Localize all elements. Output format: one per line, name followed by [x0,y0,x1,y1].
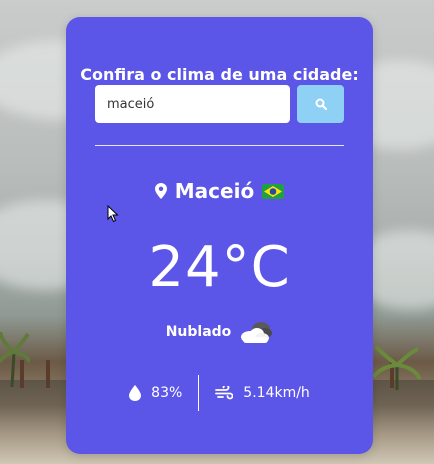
plant-left [0,332,30,387]
cloudy-icon [241,322,273,343]
weather-card: Confira o clima de uma cidade: Maceió 24… [66,17,373,454]
page-title: Confira o clima de uma cidade: [80,65,359,84]
wind: 5.14km/h [215,385,310,401]
humidity: 83% [129,385,182,401]
wind-value: 5.14km/h [243,385,310,401]
humidity-value: 83% [151,385,183,401]
plant-right [372,345,422,390]
city-name: Maceió [174,179,255,203]
condition-text: Nublado [165,324,232,340]
water-drop-icon [129,385,142,401]
wind-icon [215,386,234,400]
condition-row: Nublado [66,319,373,345]
brazil-flag-icon [262,183,285,199]
city-row: Maceió [66,179,373,203]
search-icon [315,98,327,110]
weather-details: 83% 5.14km/h [66,375,373,411]
mouse-cursor-icon [107,205,119,223]
search-button[interactable] [297,85,344,123]
details-separator [198,375,200,411]
divider [95,145,344,146]
temperature: 24°C [148,235,291,300]
location-pin-icon [154,183,167,199]
city-search-input[interactable] [95,85,290,123]
